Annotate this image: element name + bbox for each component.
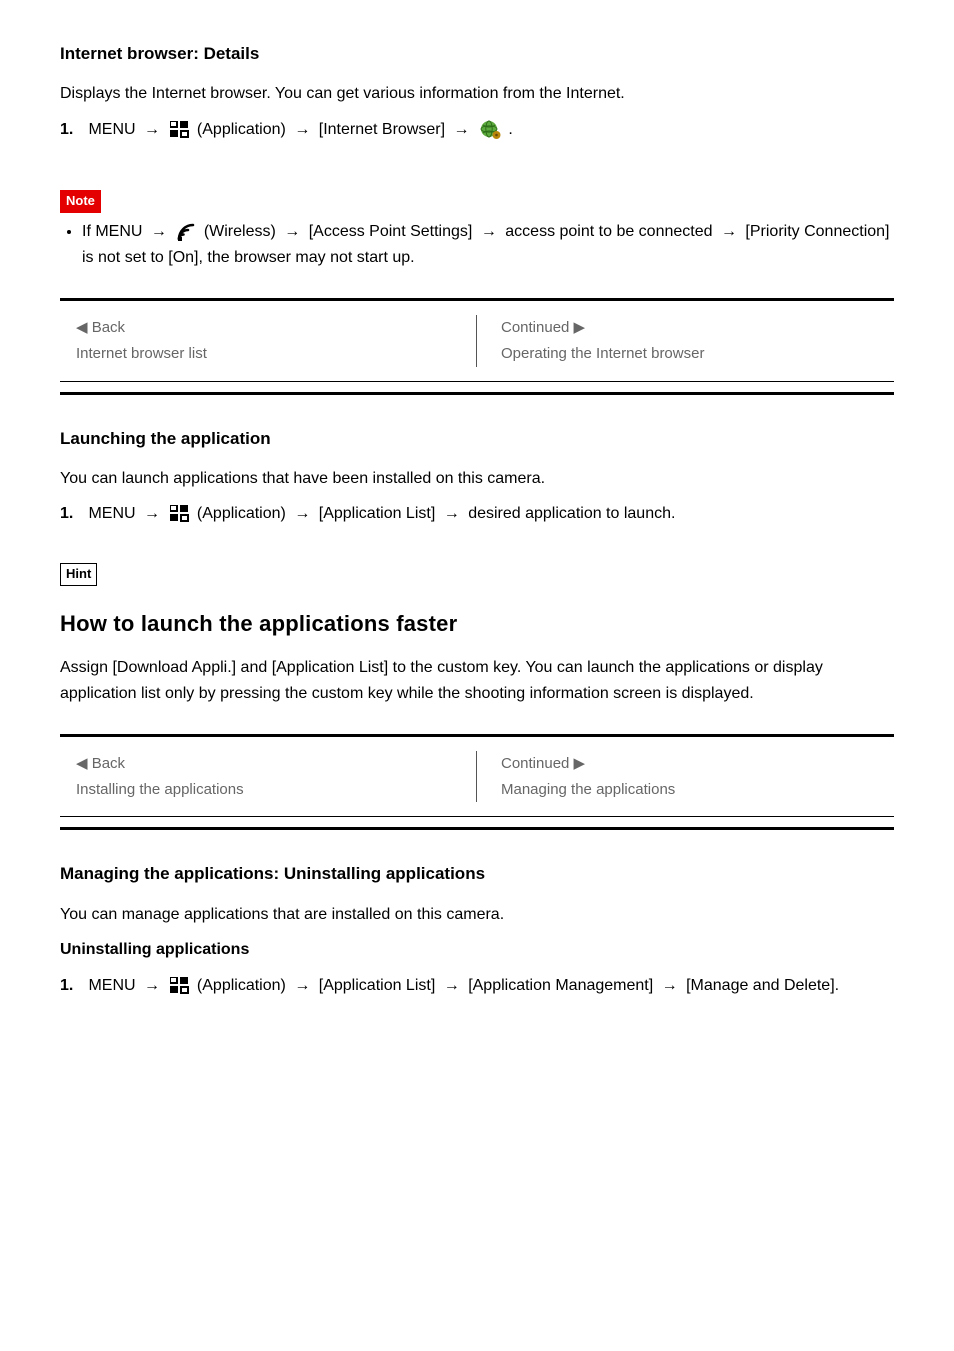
app-list-label: [Application List] [319,977,436,994]
manage-delete-label: [Manage and Delete]. [686,977,839,994]
section-heading: Internet browser: Details [60,40,894,67]
intro-text: You can launch applications that have be… [60,466,894,492]
section-managing-applications: Managing the applications: Uninstalling … [60,860,894,998]
step-1: 1. MENU → (Application) → [Application L… [60,973,894,999]
arrow-icon: → [290,121,314,138]
step-number: 1. [60,973,84,999]
desired-text: desired application to launch. [468,505,675,522]
section-heading: Launching the application [60,425,894,452]
apps-label: (Application) [197,505,286,522]
ap-settings-label: [Access Point Settings] [309,223,473,240]
menu-label: MENU [88,121,135,138]
next-link[interactable]: Continued ▶ Operating the Internet brows… [501,319,704,362]
apps-grid-icon [170,973,190,999]
browser-label: [Internet Browser] [319,121,445,138]
menu-label: MENU [88,505,135,522]
apps-label: (Application) [197,121,286,138]
app-list-label: [Application List] [319,505,436,522]
ap-mid: access point to be connected [505,223,712,240]
hint-badge: Hint [60,563,97,586]
hint-body: Assign [Download Appli.] and [Applicatio… [60,655,894,706]
subheading: Uninstalling applications [60,937,894,963]
back-label: ◀ Back [76,319,125,336]
wireless-icon [177,219,197,245]
note-badge: Note [60,190,101,213]
arrow-icon: → [658,977,682,994]
back-label: ◀ Back [76,755,125,772]
back-target: Internet browser list [76,345,207,362]
next-label: Continued ▶ [501,319,585,336]
apps-grid-icon [170,501,190,527]
arrow-icon: → [477,223,501,240]
step-number: 1. [60,117,84,143]
next-link[interactable]: Continued ▶ Managing the applications [501,755,675,798]
note-pre: If MENU [82,223,142,240]
back-link[interactable]: ◀ Back Internet browser list [76,319,207,362]
arrow-icon: → [140,505,164,522]
section-heading: Managing the applications: Uninstalling … [60,860,894,887]
arrow-icon: → [280,223,304,240]
intro-text: Displays the Internet browser. You can g… [60,81,894,107]
step-1: 1. MENU → (Application) → [Application L… [60,501,894,527]
apps-grid-icon [170,117,190,143]
arrow-icon: → [147,223,171,240]
next-target: Operating the Internet browser [501,345,704,362]
arrow-icon: → [290,977,314,994]
arrow-icon: → [140,121,164,138]
intro-text: You can manage applications that are ins… [60,902,894,928]
earth-settings-icon [480,117,502,143]
apps-label: (Application) [197,977,286,994]
page-nav: ◀ Back Installing the applications Conti… [60,734,894,817]
arrow-icon: → [140,977,164,994]
section-internet-browser: Internet browser: Details Displays the I… [60,40,894,270]
next-label: Continued ▶ [501,755,585,772]
arrow-icon: → [290,505,314,522]
menu-label: MENU [88,977,135,994]
arrow-icon: → [440,505,464,522]
manage-label: [Application Management] [468,977,653,994]
next-target: Managing the applications [501,781,675,798]
period: . [508,121,512,138]
note-block: Note If MENU → (Wireless) → [60,188,894,270]
step-1: 1. MENU → (Application) → [Internet Brow… [60,117,894,143]
arrow-icon: → [440,977,464,994]
page-nav: ◀ Back Internet browser list Continued ▶… [60,298,894,381]
arrow-icon: → [717,223,741,240]
arrow-icon: → [450,121,474,138]
back-link[interactable]: ◀ Back Installing the applications [76,755,244,798]
section-launch-application: Launching the application You can launch… [60,425,894,707]
step-number: 1. [60,501,84,527]
hint-title: How to launch the applications faster [60,606,894,641]
wireless-label: (Wireless) [204,223,276,240]
note-bullet: If MENU → (Wireless) → [Access Point Set… [82,219,894,270]
back-target: Installing the applications [76,781,244,798]
